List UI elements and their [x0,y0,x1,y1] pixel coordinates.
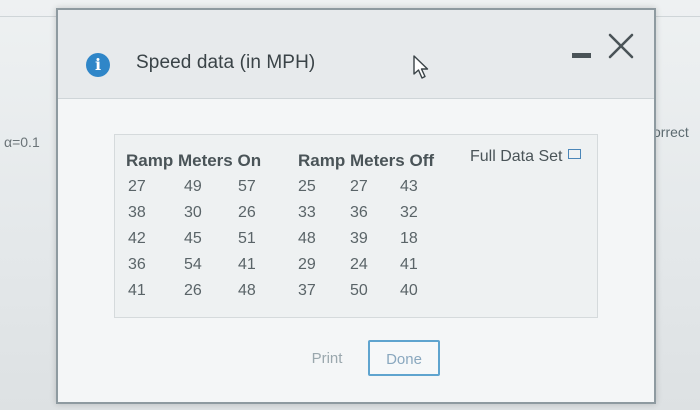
table-cell: 50 [350,282,368,299]
table-cell: 25 [298,178,316,195]
table-cell: 30 [184,204,202,221]
table-cell: 54 [184,256,202,273]
table-cell: 49 [184,178,202,195]
info-icon: i [86,53,110,77]
table-cell: 42 [128,230,146,247]
table-cell: 36 [350,204,368,221]
table-cell: 27 [128,178,146,195]
table-cell: 51 [238,230,256,247]
table-cell: 41 [400,256,418,273]
table-cell: 33 [298,204,316,221]
dialog-title: Speed data (in MPH) [136,52,316,73]
table-cell: 32 [400,204,418,221]
copy-data-icon [568,149,582,159]
ramp-meters-off-heading: Ramp Meters Off [298,151,435,170]
table-cell: 36 [128,256,146,273]
print-button[interactable]: Print [294,340,360,376]
table-cell: 18 [400,230,418,247]
table-cell: 41 [238,256,256,273]
table-cell: 48 [238,282,256,299]
full-data-set-label: Full Data Set [470,148,563,165]
ramp-meters-on-heading: Ramp Meters On [126,151,262,170]
table-cell: 26 [184,282,202,299]
close-icon[interactable] [607,32,635,60]
done-button[interactable]: Done [368,340,440,376]
table-cell: 43 [400,178,418,195]
table-cell: 39 [350,230,368,247]
minimize-icon[interactable] [572,53,591,58]
speed-data-dialog: i Speed data (in MPH) Ramp Meters On Ram… [56,8,656,404]
table-cell: 27 [350,178,368,195]
table-cell: 37 [298,282,316,299]
table-cell: 29 [298,256,316,273]
table-cell: 38 [128,204,146,221]
significance-level-text: α=0.1 [4,134,40,150]
table-cell: 48 [298,230,316,247]
table-cell: 57 [238,178,256,195]
table-cell: 41 [128,282,146,299]
table-cell: 40 [400,282,418,299]
full-data-set-link[interactable]: Full Data Set [470,148,582,166]
table-cell: 45 [184,230,202,247]
mouse-pointer-icon [413,55,429,79]
table-cell: 24 [350,256,368,273]
table-cell: 26 [238,204,256,221]
dialog-titlebar: i Speed data (in MPH) [58,10,654,99]
